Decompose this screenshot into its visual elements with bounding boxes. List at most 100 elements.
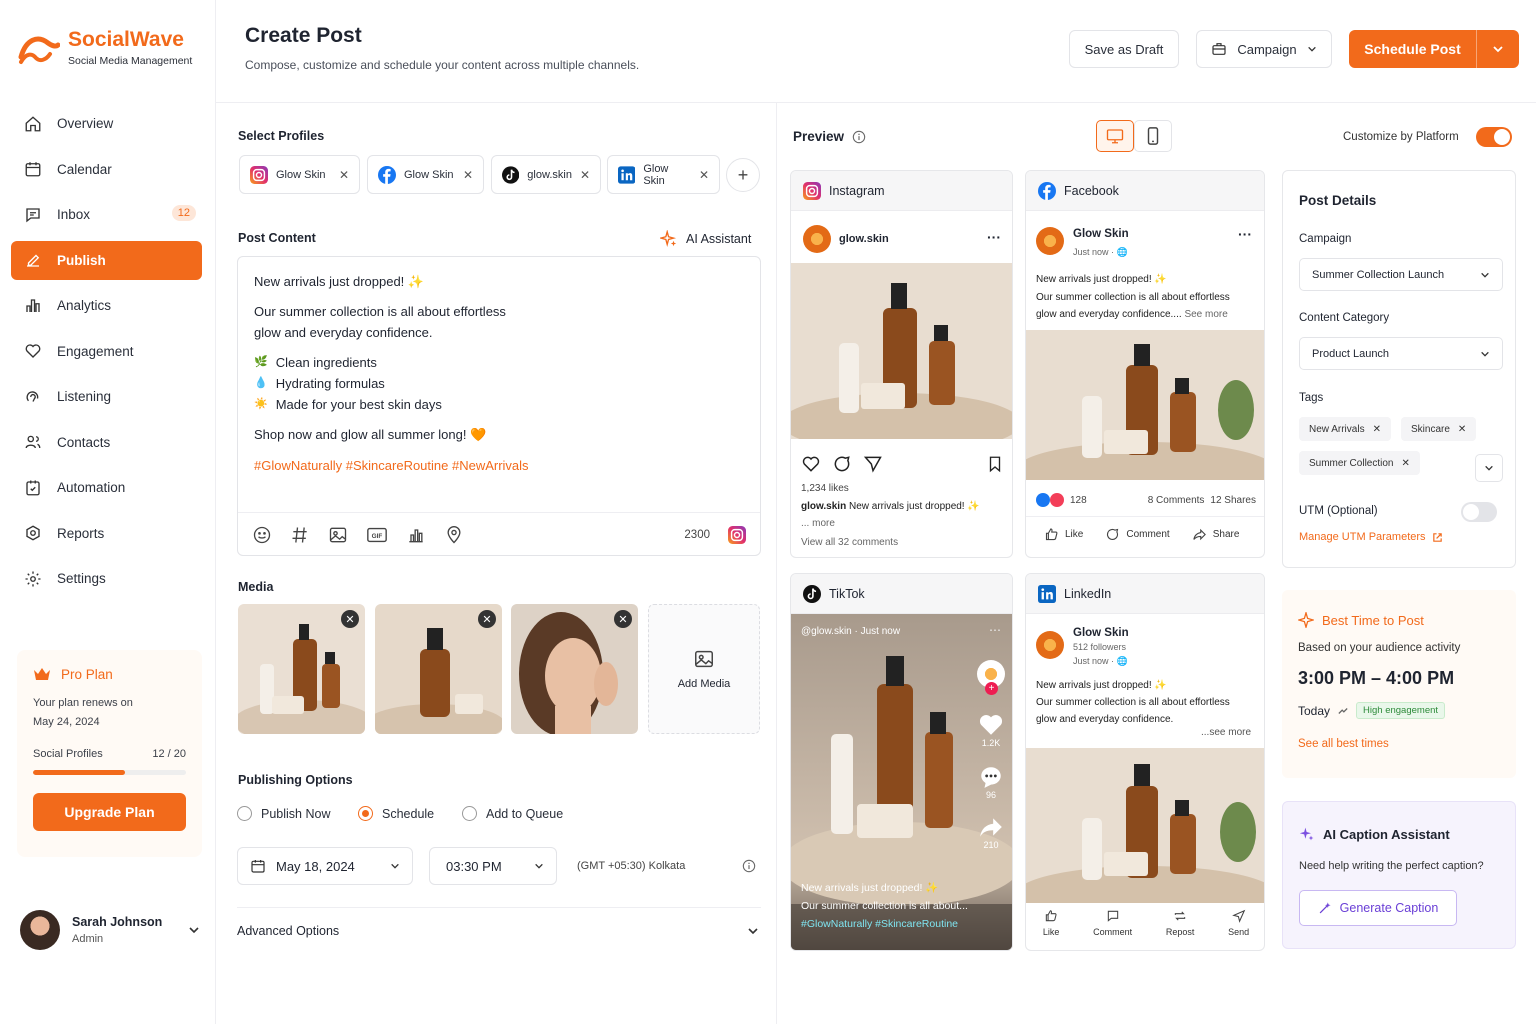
schedule-options-toggle[interactable] (1477, 43, 1519, 55)
sidebar-item-settings[interactable]: Settings (11, 559, 202, 598)
linkedin-see-more[interactable]: ...see more (1201, 727, 1251, 738)
instagram-post-image (791, 263, 1012, 439)
desktop-view-toggle[interactable] (1096, 120, 1134, 152)
send-icon[interactable] (863, 454, 883, 474)
poll-icon[interactable] (406, 525, 426, 545)
save-draft-button[interactable]: Save as Draft (1069, 30, 1179, 68)
leaf-icon: 🌿 (254, 356, 268, 368)
linkedin-comment-button[interactable]: Comment (1093, 909, 1132, 937)
linkedin-like-button[interactable]: Like (1043, 909, 1059, 937)
remove-tag-icon[interactable]: ✕ (1401, 458, 1409, 469)
tiktok-preview-card: TikTok @glow.skin · Just now ⋯ + 1.2K 96… (790, 573, 1013, 951)
add-profile-button[interactable]: + (726, 158, 760, 192)
remove-media-icon[interactable]: ✕ (478, 610, 496, 628)
tiktok-shares[interactable]: 210 (975, 814, 1007, 850)
brand-logo[interactable]: SocialWave Social Media Management (18, 28, 192, 67)
publishing-options-label: Publishing Options (238, 773, 353, 787)
upgrade-plan-button[interactable]: Upgrade Plan (33, 793, 186, 831)
linkedin-repost-button[interactable]: Repost (1166, 909, 1194, 937)
media-thumbnail[interactable]: ✕ (238, 604, 365, 734)
info-icon[interactable] (742, 859, 756, 873)
sidebar-item-reports[interactable]: Reports (11, 514, 202, 553)
profile-chip-instagram[interactable]: Glow Skin ✕ (239, 155, 360, 194)
bookmark-icon[interactable] (986, 455, 1004, 473)
emoji-icon[interactable] (252, 525, 272, 545)
facebook-comment-button[interactable]: Comment (1105, 527, 1170, 542)
media-thumbnail[interactable]: ✕ (375, 604, 502, 734)
see-all-best-times-link[interactable]: See all best times (1298, 738, 1389, 750)
date-picker[interactable]: May 18, 2024 (237, 847, 413, 885)
remove-profile-icon[interactable]: ✕ (339, 168, 349, 182)
linkedin-send-button[interactable]: Send (1228, 909, 1249, 937)
sidebar-item-calendar[interactable]: Calendar (11, 150, 202, 189)
user-role: Admin (72, 933, 104, 945)
share-arrow-icon (1193, 528, 1206, 541)
radio-publish-now[interactable]: Publish Now (237, 806, 330, 821)
user-menu[interactable]: Sarah Johnson Admin (20, 910, 200, 950)
info-icon[interactable] (852, 130, 866, 144)
advanced-options-toggle[interactable]: Advanced Options (237, 924, 759, 938)
ai-assistant-button[interactable]: AI Assistant (660, 230, 751, 248)
facebook-like-button[interactable]: Like (1044, 527, 1083, 542)
tiktok-comments[interactable]: 96 (975, 764, 1007, 800)
tag-chip[interactable]: New Arrivals ✕ (1299, 417, 1391, 441)
generate-caption-button[interactable]: Generate Caption (1299, 890, 1457, 926)
manage-utm-link[interactable]: Manage UTM Parameters (1299, 531, 1443, 543)
tag-chip[interactable]: Skincare ✕ (1401, 417, 1477, 441)
comment-icon[interactable] (832, 454, 852, 474)
tag-chip[interactable]: Summer Collection ✕ (1299, 451, 1420, 475)
facebook-see-more[interactable]: See more (1184, 309, 1227, 320)
more-options-icon[interactable]: ··· (1238, 226, 1252, 242)
utm-toggle[interactable] (1461, 502, 1497, 522)
mobile-view-toggle[interactable] (1134, 120, 1172, 152)
radio-schedule[interactable]: Schedule (358, 806, 434, 821)
tiktok-caption: New arrivals just dropped! ✨ Our summer … (801, 882, 968, 930)
remove-tag-icon[interactable]: ✕ (1458, 424, 1466, 435)
campaign-select[interactable]: Summer Collection Launch (1299, 258, 1503, 291)
time-picker[interactable]: 03:30 PM (429, 847, 557, 885)
profile-chip-facebook[interactable]: Glow Skin ✕ (367, 155, 484, 194)
hashtag-icon[interactable] (290, 525, 310, 545)
tags-dropdown-button[interactable] (1475, 454, 1503, 482)
remove-profile-icon[interactable]: ✕ (463, 168, 473, 182)
sidebar-item-contacts[interactable]: Contacts (11, 423, 202, 462)
schedule-post-button[interactable]: Schedule Post (1349, 30, 1519, 68)
linkedin-author: Glow Skin (1073, 627, 1129, 639)
more-options-icon[interactable]: ⋯ (989, 623, 1001, 637)
tiktok-likes[interactable]: 1.2K (975, 712, 1007, 748)
add-media-button[interactable]: Add Media (648, 604, 760, 734)
instagram-caption-more[interactable]: ... more (801, 518, 835, 529)
image-icon[interactable] (328, 525, 348, 545)
profile-chip-tiktok[interactable]: glow.skin ✕ (491, 155, 601, 194)
sidebar-item-listening[interactable]: Listening (11, 377, 202, 416)
sidebar-item-overview[interactable]: Overview (11, 104, 202, 143)
campaign-button[interactable]: Campaign (1196, 30, 1332, 68)
heart-icon[interactable] (801, 454, 821, 474)
shares-count: 12 Shares (1210, 494, 1256, 506)
radio-add-to-queue[interactable]: Add to Queue (462, 806, 563, 821)
remove-profile-icon[interactable]: ✕ (699, 168, 709, 182)
facebook-share-button[interactable]: Share (1192, 527, 1239, 542)
instagram-view-comments[interactable]: View all 32 comments (801, 537, 898, 548)
sidebar-item-engagement[interactable]: Engagement (11, 332, 202, 371)
sidebar-item-automation[interactable]: Automation (11, 468, 202, 507)
facebook-icon (1038, 181, 1056, 200)
remove-profile-icon[interactable]: ✕ (580, 168, 590, 182)
post-content-editor[interactable]: New arrivals just dropped! ✨ Our summer … (237, 256, 761, 556)
location-pin-icon[interactable] (444, 525, 464, 545)
gif-icon[interactable]: GIF (366, 525, 388, 545)
sidebar-item-inbox[interactable]: Inbox 12 (11, 195, 202, 234)
customize-by-platform-toggle[interactable] (1476, 127, 1512, 147)
sidebar-item-publish[interactable]: Publish (11, 240, 202, 280)
sidebar-item-label: Publish (57, 252, 106, 268)
more-options-icon[interactable]: ··· (987, 229, 1001, 245)
remove-media-icon[interactable]: ✕ (341, 610, 359, 628)
remove-media-icon[interactable]: ✕ (614, 610, 632, 628)
remove-tag-icon[interactable]: ✕ (1373, 424, 1381, 435)
follow-plus-icon[interactable]: + (985, 682, 998, 695)
profile-chip-linkedin[interactable]: Glow Skin ✕ (607, 155, 720, 194)
sidebar-item-analytics[interactable]: Analytics (11, 286, 202, 325)
content-category-select[interactable]: Product Launch (1299, 337, 1503, 370)
post-details-panel: Post Details Campaign Summer Collection … (1282, 170, 1516, 568)
media-thumbnail[interactable]: ✕ (511, 604, 638, 734)
